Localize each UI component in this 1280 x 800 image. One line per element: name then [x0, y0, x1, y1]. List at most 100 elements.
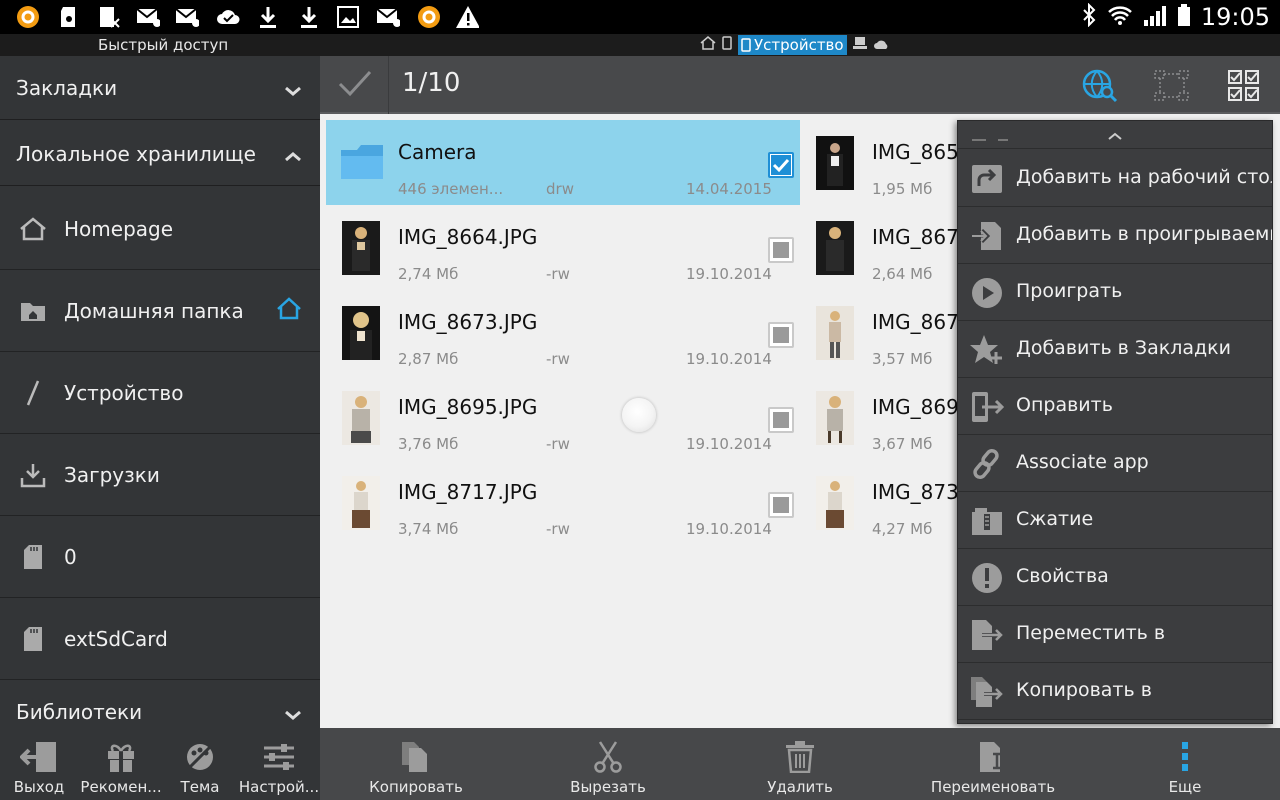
file-item[interactable]: IMG_8664.JPG 2,74 Мб -rw 19.10.2014: [326, 205, 800, 290]
exit-button[interactable]: Выход: [10, 728, 68, 800]
menu-item-add-bookmark[interactable]: Добавить в Закладки: [958, 321, 1272, 378]
house-outline-icon: [18, 214, 48, 244]
home-crumb-icon[interactable]: [700, 36, 716, 54]
menu-item-label: Проиграть: [1016, 280, 1123, 302]
file-name: IMG_8673.JPG: [398, 310, 538, 334]
sidebar-item-device[interactable]: Устройство: [0, 352, 320, 434]
sidebar-section-local-storage[interactable]: Локальное хранилище: [0, 122, 320, 186]
menu-item-properties[interactable]: Свойства: [958, 549, 1272, 606]
menu-item-copy-to[interactable]: Копировать в: [958, 663, 1272, 720]
sliders-icon: [263, 740, 295, 774]
more-button[interactable]: Еще: [1150, 728, 1220, 800]
sidebar-section-bookmarks[interactable]: Закладки: [0, 56, 320, 120]
file-size: 1,95 Мб: [872, 180, 933, 198]
file-name: IMG_8664.JPG: [398, 225, 538, 249]
menu-item-add-to-desktop[interactable]: Добавить на рабочий стол: [958, 150, 1272, 207]
file-item-camera-folder[interactable]: Camera 446 элемен... drw 14.04.2015: [326, 120, 800, 205]
sidebar-section-libraries[interactable]: Библиотеки: [0, 680, 320, 728]
sidebar-section-label: Библиотеки: [16, 699, 143, 724]
checkbox-unchecked[interactable]: [768, 237, 794, 263]
quick-access-label[interactable]: Быстрый доступ: [98, 36, 228, 54]
cut-button[interactable]: Вырезать: [558, 728, 658, 800]
image-notification-icon: [336, 5, 360, 29]
sidebar-item-downloads[interactable]: Загрузки: [0, 434, 320, 516]
select-all-icon[interactable]: [1224, 66, 1264, 106]
wifi-icon: [1107, 4, 1133, 30]
battery-icon: [1177, 3, 1191, 31]
menu-item-label: Добавить в проигрываемые: [1016, 223, 1273, 245]
selection-action-bar: 1/10: [320, 56, 1280, 114]
exit-icon: [20, 740, 58, 774]
star-add-icon: [970, 333, 1004, 367]
rename-button[interactable]: Переименовать: [930, 728, 1056, 800]
chevron-down-icon: [284, 702, 302, 726]
file-size: 2,64 Мб: [872, 265, 933, 283]
photo-thumbnail: [342, 221, 380, 275]
add-to-playlist-icon: [970, 219, 1004, 253]
recommend-button[interactable]: Рекомен...: [80, 728, 162, 800]
tree-view-icon[interactable]: [1152, 66, 1192, 106]
menu-item-label: Переместить в: [1016, 622, 1166, 644]
computer-crumb-icon[interactable]: [852, 36, 867, 54]
email-notification-icon: [376, 5, 400, 29]
sidebar-section-label: Закладки: [16, 75, 118, 100]
theme-button[interactable]: Тема: [174, 728, 226, 800]
orange-app-notification-icon: [16, 5, 40, 29]
sidebar-item-home-folder[interactable]: Домашняя папка: [0, 270, 320, 352]
file-item[interactable]: IMG_8673.JPG 2,87 Мб -rw 19.10.2014: [326, 290, 800, 375]
checkbox-unchecked[interactable]: [768, 322, 794, 348]
checkbox-unchecked[interactable]: [768, 407, 794, 433]
file-item[interactable]: IMG_8695.JPG 3,76 Мб -rw 19.10.2014: [326, 375, 800, 460]
settings-button[interactable]: Настрой...: [238, 728, 320, 800]
file-size: 2,87 Мб: [398, 350, 459, 368]
home-indicator-icon[interactable]: [276, 296, 302, 325]
menu-item-associate-app[interactable]: Associate app: [958, 435, 1272, 492]
menu-item-compress[interactable]: Сжатие: [958, 492, 1272, 549]
clock: 19:05: [1200, 3, 1270, 31]
menu-item-move-to[interactable]: Переместить в: [958, 606, 1272, 663]
menu-item-play[interactable]: Проиграть: [958, 264, 1272, 321]
play-icon: [970, 276, 1004, 310]
file-date: 19.10.2014: [686, 350, 772, 368]
settings-label: Настрой...: [238, 778, 320, 796]
folder-icon: [340, 138, 384, 184]
photo-thumbnail: [816, 221, 854, 275]
crumb-device[interactable]: Устройство: [738, 35, 847, 55]
file-item[interactable]: IMG_8717.JPG 3,74 Мб -rw 19.10.2014: [326, 460, 800, 545]
folder-home-icon: [18, 296, 48, 326]
globe-search-icon[interactable]: [1080, 66, 1120, 106]
copy-label: Копировать: [369, 778, 463, 796]
menu-item-label: Добавить в Закладки: [1016, 337, 1231, 359]
phone-crumb-icon[interactable]: [722, 36, 732, 54]
overflow-menu: Добавить на рабочий стол Добавить в прои…: [957, 120, 1273, 724]
theme-label: Тема: [180, 778, 220, 796]
file-size: 3,57 Мб: [872, 350, 933, 368]
menu-item-add-to-playlist[interactable]: Добавить в проигрываемые: [958, 207, 1273, 264]
sidebar-item-label: Homepage: [64, 216, 174, 241]
checkbox-unchecked[interactable]: [768, 492, 794, 518]
path-bar: Быстрый доступ Устройство: [0, 34, 1280, 56]
copy-icon: [401, 740, 431, 774]
delete-button[interactable]: Удалить: [750, 728, 850, 800]
selection-counter: 1/10: [402, 68, 461, 98]
file-date: 19.10.2014: [686, 265, 772, 283]
sidebar-item-extsdcard[interactable]: extSdCard: [0, 598, 320, 680]
checkbox-checked[interactable]: [768, 152, 794, 178]
recommend-label: Рекомен...: [80, 778, 162, 796]
sidebar-item-homepage[interactable]: Homepage: [0, 188, 320, 270]
rename-label: Переименовать: [930, 778, 1056, 796]
trash-icon: [785, 740, 815, 774]
cloud-crumb-icon[interactable]: [873, 36, 889, 54]
signal-icon: [1143, 4, 1167, 30]
sidebar-item-storage-0[interactable]: 0: [0, 516, 320, 598]
file-date: 19.10.2014: [686, 520, 772, 538]
copy-button[interactable]: Копировать: [366, 728, 466, 800]
divider: [388, 56, 389, 114]
file-name: Camera: [398, 140, 477, 164]
menu-item-send[interactable]: Оправить: [958, 378, 1272, 435]
file-size: 3,67 Мб: [872, 435, 933, 453]
file-permissions: -rw: [546, 350, 570, 368]
done-check-icon[interactable]: [338, 68, 372, 102]
chevron-up-icon[interactable]: [1108, 125, 1122, 144]
file-date: 19.10.2014: [686, 435, 772, 453]
